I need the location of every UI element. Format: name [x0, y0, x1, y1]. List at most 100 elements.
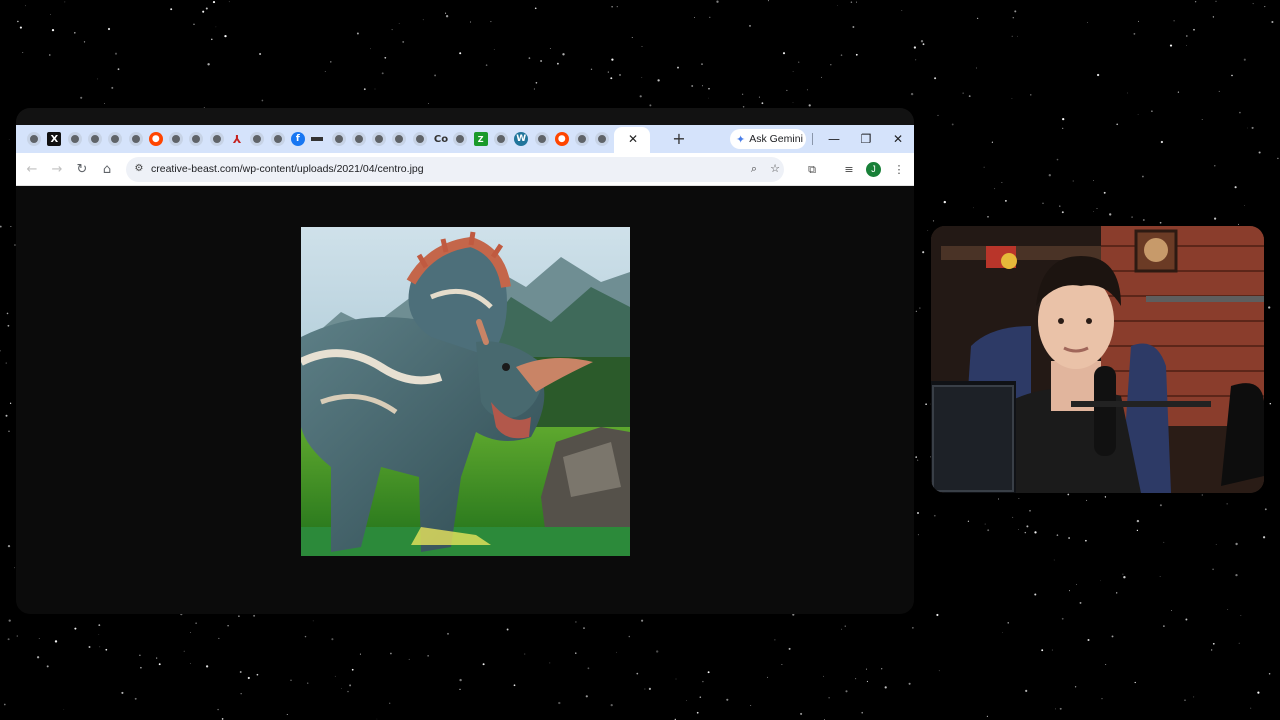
- tab-item[interactable]: [26, 125, 44, 153]
- star: [761, 102, 764, 105]
- star: [932, 220, 935, 222]
- star: [156, 657, 158, 659]
- zoom-icon[interactable]: ⌕: [746, 161, 762, 177]
- tab-item[interactable]: [107, 125, 125, 153]
- star: [925, 403, 927, 405]
- tab-item[interactable]: [412, 125, 430, 153]
- google-lens-icon[interactable]: ⧉: [803, 161, 821, 179]
- tab-item[interactable]: [249, 125, 267, 153]
- star: [1227, 608, 1229, 610]
- star: [391, 29, 393, 31]
- tab-item[interactable]: [310, 125, 328, 153]
- star: [607, 71, 609, 73]
- tab-item[interactable]: [128, 125, 146, 153]
- star: [915, 456, 917, 458]
- star: [1085, 539, 1087, 542]
- star: [708, 87, 710, 90]
- tab-item[interactable]: ⅄: [229, 125, 247, 153]
- minimize-button[interactable]: —: [824, 130, 844, 148]
- star: [1051, 649, 1053, 651]
- star: [107, 27, 111, 31]
- back-arrow-icon[interactable]: ←: [23, 161, 41, 179]
- tab-item[interactable]: Co: [432, 125, 450, 153]
- home-icon[interactable]: ⌂: [98, 161, 116, 179]
- tab-item[interactable]: [209, 125, 227, 153]
- star: [1014, 10, 1017, 13]
- tab-item[interactable]: [67, 125, 85, 153]
- star: [290, 679, 292, 681]
- tab-item[interactable]: ●: [554, 125, 572, 153]
- star: [1214, 165, 1216, 167]
- star: [951, 123, 954, 126]
- star: [1048, 174, 1051, 177]
- globe-icon: [351, 132, 366, 146]
- ask-gemini-button[interactable]: ✦ Ask Gemini: [730, 129, 806, 149]
- profile-avatar[interactable]: J: [866, 162, 881, 177]
- reload-icon[interactable]: ↻: [73, 161, 91, 179]
- tab-item[interactable]: f: [290, 125, 308, 153]
- bookmark-star-icon[interactable]: ☆: [767, 161, 783, 177]
- tab-item[interactable]: [534, 125, 552, 153]
- star: [1062, 127, 1064, 130]
- star: [1271, 20, 1274, 24]
- tab-item[interactable]: [351, 125, 369, 153]
- star: [1264, 508, 1267, 511]
- forward-arrow-icon[interactable]: →: [48, 161, 66, 179]
- tab-item[interactable]: ●: [148, 125, 166, 153]
- maximize-button[interactable]: ❐: [856, 130, 876, 148]
- star: [1012, 16, 1015, 19]
- co-icon: Co: [433, 133, 449, 145]
- site-info-icon[interactable]: ⚙: [132, 162, 146, 176]
- star: [920, 40, 924, 43]
- tab-item[interactable]: [371, 125, 389, 153]
- star: [648, 687, 651, 690]
- tab-item[interactable]: [391, 125, 409, 153]
- tab-item[interactable]: [574, 125, 592, 153]
- tab-item[interactable]: [452, 125, 470, 153]
- star: [702, 680, 704, 683]
- tab-item[interactable]: [594, 125, 612, 153]
- star: [558, 701, 561, 705]
- star: [402, 40, 405, 43]
- star: [1001, 181, 1003, 183]
- star: [641, 46, 643, 48]
- address-bar[interactable]: ⚙ creative-beast.com/wp-content/uploads/…: [126, 157, 784, 182]
- tab-item[interactable]: [493, 125, 511, 153]
- star: [1212, 642, 1215, 645]
- star: [38, 638, 40, 639]
- tab-item[interactable]: [331, 125, 349, 153]
- star: [936, 613, 939, 617]
- new-tab-button[interactable]: +: [671, 130, 687, 148]
- star: [1160, 140, 1164, 144]
- star: [330, 61, 332, 63]
- url-text[interactable]: creative-beast.com/wp-content/uploads/20…: [151, 163, 424, 175]
- tab-item[interactable]: Z: [473, 125, 491, 153]
- menu-kebab-icon[interactable]: ⋮: [890, 161, 908, 179]
- star: [908, 682, 911, 685]
- star: [312, 620, 314, 622]
- close-window-button[interactable]: ✕: [888, 130, 908, 148]
- tab-item[interactable]: [188, 125, 206, 153]
- tab-item[interactable]: [168, 125, 186, 153]
- star: [7, 324, 10, 327]
- window-frame: [16, 108, 914, 125]
- tab-item[interactable]: [270, 125, 288, 153]
- star: [524, 653, 526, 655]
- star: [1173, 20, 1175, 22]
- star: [228, 1, 230, 3]
- globe-icon: [493, 132, 508, 146]
- tab-item[interactable]: W: [513, 125, 531, 153]
- tab-item[interactable]: X: [46, 125, 64, 153]
- star: [427, 103, 429, 104]
- star: [774, 639, 776, 641]
- tab-close-icon[interactable]: ✕: [626, 132, 640, 146]
- star: [1122, 573, 1124, 575]
- star: [616, 651, 617, 653]
- star: [557, 62, 559, 65]
- star: [1264, 6, 1266, 8]
- star: [1212, 568, 1214, 571]
- star: [1268, 306, 1271, 309]
- reading-list-icon[interactable]: ≡: [840, 161, 858, 179]
- tab-item[interactable]: [87, 125, 105, 153]
- star: [823, 675, 824, 677]
